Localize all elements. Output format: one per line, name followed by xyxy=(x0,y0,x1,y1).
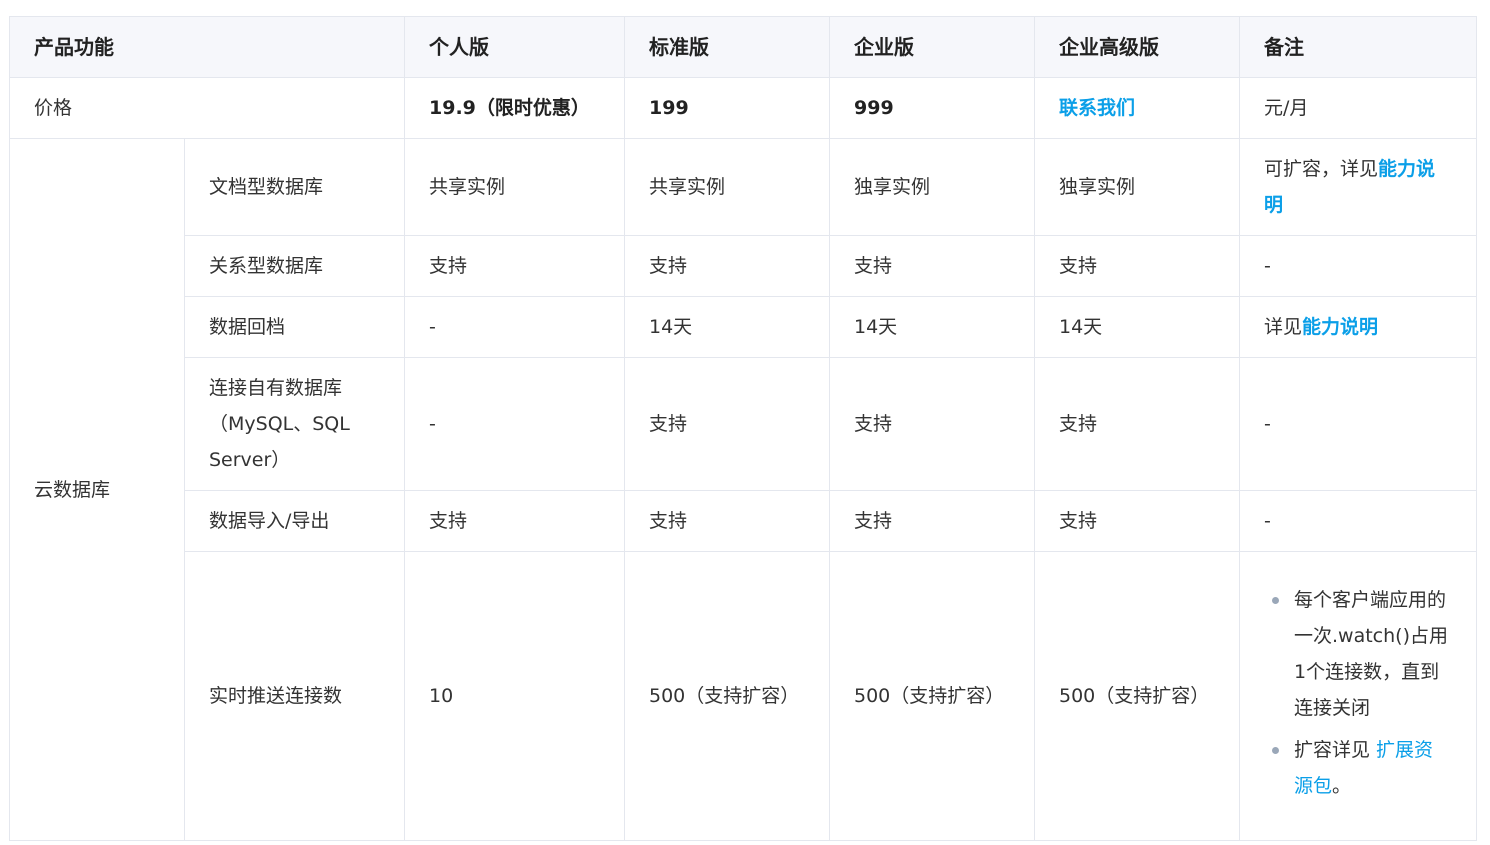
cell-enterprise-plus: 支持 xyxy=(1034,357,1240,491)
cell-enterprise-plus: 支持 xyxy=(1034,235,1240,297)
cell-notes: 可扩容，详见能力说明 xyxy=(1239,138,1477,236)
feature-name: 关系型数据库 xyxy=(184,235,405,297)
pricing-table-container: 产品功能 个人版 标准版 企业版 企业高级版 备注 价格 19.9（限时优惠） … xyxy=(9,16,1477,841)
table-row-rel-db: 关系型数据库 支持 支持 支持 支持 - xyxy=(10,235,1477,297)
table-row-doc-db: 云数据库 文档型数据库 共享实例 共享实例 独享实例 独享实例 可扩容，详见能力… xyxy=(9,138,1477,841)
table-row-rollback: 数据回档 - 14天 14天 14天 详见能力说明 xyxy=(10,296,1477,358)
pricing-comparison-table: 产品功能 个人版 标准版 企业版 企业高级版 备注 价格 19.9（限时优惠） … xyxy=(9,16,1477,841)
header-notes: 备注 xyxy=(1239,16,1477,78)
notes-text: 扩容详见 xyxy=(1294,739,1377,761)
cell-notes: - xyxy=(1239,235,1477,297)
cell-notes: - xyxy=(1239,490,1477,552)
cell-enterprise: 支持 xyxy=(829,490,1035,552)
cell-personal: 共享实例 xyxy=(404,138,625,236)
contact-us-link[interactable]: 联系我们 xyxy=(1059,97,1135,119)
cell-enterprise: 支持 xyxy=(829,235,1035,297)
cell-enterprise: 14天 xyxy=(829,296,1035,358)
list-item: 每个客户端应用的一次.watch()占用1个连接数，直到连接关闭 xyxy=(1272,582,1452,726)
header-feature: 产品功能 xyxy=(9,16,405,78)
header-personal: 个人版 xyxy=(404,16,625,78)
cell-standard: 共享实例 xyxy=(624,138,830,236)
cell-enterprise: 支持 xyxy=(829,357,1035,491)
price-notes: 元/月 xyxy=(1239,77,1477,139)
cell-standard: 14天 xyxy=(624,296,830,358)
group-label-cloud-db: 云数据库 xyxy=(9,138,185,841)
header-enterprise: 企业版 xyxy=(829,16,1035,78)
cell-standard: 支持 xyxy=(624,490,830,552)
table-header-row: 产品功能 个人版 标准版 企业版 企业高级版 备注 xyxy=(9,16,1477,78)
cell-standard: 500（支持扩容） xyxy=(624,551,830,841)
table-row-own-db: 连接自有数据库（MySQL、SQL Server） - 支持 支持 支持 - xyxy=(10,357,1477,491)
list-item: 扩容详见 扩展资源包。 xyxy=(1272,732,1452,804)
cell-notes: - xyxy=(1239,357,1477,491)
feature-name: 文档型数据库 xyxy=(184,138,405,236)
header-enterprise-plus: 企业高级版 xyxy=(1034,16,1240,78)
cell-personal: 支持 xyxy=(404,490,625,552)
notes-suffix: 。 xyxy=(1332,775,1352,797)
price-enterprise: 999 xyxy=(829,77,1035,139)
cell-personal: - xyxy=(404,296,625,358)
cell-enterprise-plus: 支持 xyxy=(1034,490,1240,552)
feature-name: 数据导入/导出 xyxy=(184,490,405,552)
cell-notes: 每个客户端应用的一次.watch()占用1个连接数，直到连接关闭 扩容详见 扩展… xyxy=(1239,551,1477,841)
feature-name: 数据回档 xyxy=(184,296,405,358)
cell-enterprise: 500（支持扩容） xyxy=(829,551,1035,841)
header-standard: 标准版 xyxy=(624,16,830,78)
table-row-realtime: 实时推送连接数 10 500（支持扩容） 500（支持扩容） 500（支持扩容）… xyxy=(10,551,1477,841)
notes-text: 详见 xyxy=(1264,316,1303,338)
cell-enterprise: 独享实例 xyxy=(829,138,1035,236)
cell-enterprise-plus: 14天 xyxy=(1034,296,1240,358)
cell-enterprise-plus: 独享实例 xyxy=(1034,138,1240,236)
price-standard: 199 xyxy=(624,77,830,139)
table-row-import-export: 数据导入/导出 支持 支持 支持 支持 - xyxy=(10,490,1477,552)
cell-personal: 10 xyxy=(404,551,625,841)
price-row: 价格 19.9（限时优惠） 199 999 联系我们 元/月 xyxy=(9,77,1477,139)
price-enterprise-plus-cell: 联系我们 xyxy=(1034,77,1240,139)
capability-link[interactable]: 能力说明 xyxy=(1302,316,1378,338)
cell-personal: - xyxy=(404,357,625,491)
cell-personal: 支持 xyxy=(404,235,625,297)
cell-notes: 详见能力说明 xyxy=(1239,296,1477,358)
cell-enterprise-plus: 500（支持扩容） xyxy=(1034,551,1240,841)
feature-name: 连接自有数据库（MySQL、SQL Server） xyxy=(184,357,405,491)
cell-standard: 支持 xyxy=(624,235,830,297)
price-label: 价格 xyxy=(9,77,405,139)
price-personal: 19.9（限时优惠） xyxy=(404,77,625,139)
notes-text: 可扩容，详见 xyxy=(1264,158,1379,180)
feature-name: 实时推送连接数 xyxy=(184,551,405,841)
cell-standard: 支持 xyxy=(624,357,830,491)
notes-list: 每个客户端应用的一次.watch()占用1个连接数，直到连接关闭 扩容详见 扩展… xyxy=(1264,582,1452,804)
